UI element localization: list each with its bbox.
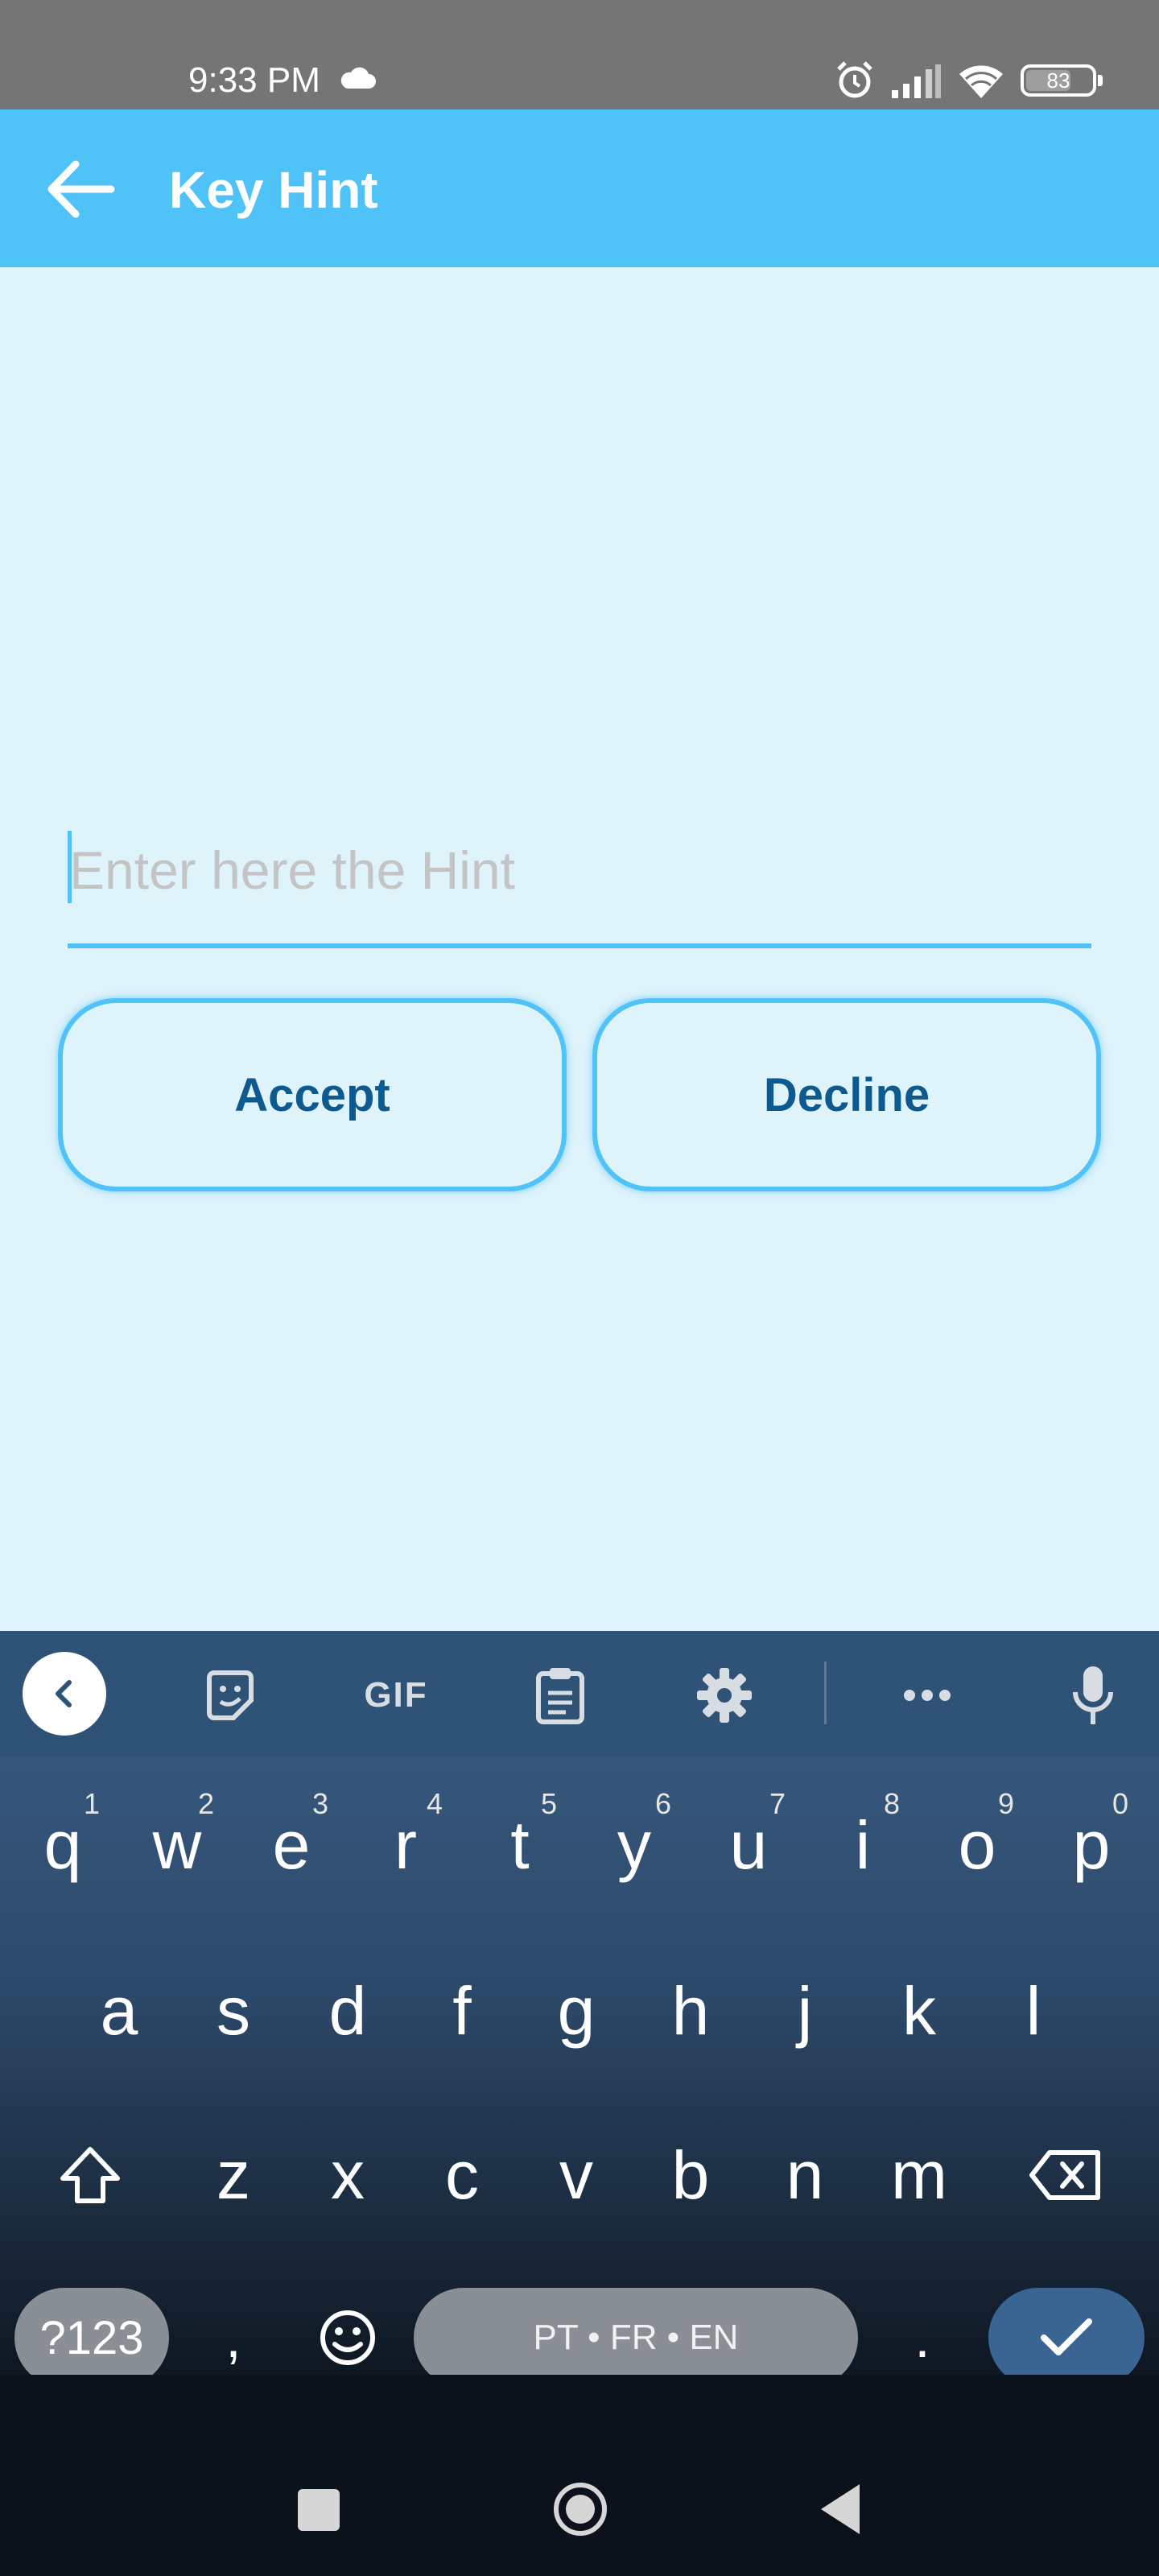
key-o[interactable]: o9 <box>921 1781 1033 1909</box>
chevron-left-icon <box>56 1680 72 1707</box>
battery-level: 83 <box>1046 68 1070 93</box>
key-x[interactable]: x <box>291 2111 404 2240</box>
key-s[interactable]: s <box>177 1946 290 2075</box>
key-q[interactable]: q1 <box>6 1781 119 1909</box>
key-u[interactable]: u7 <box>692 1781 805 1909</box>
enter-key[interactable] <box>988 2288 1145 2388</box>
key-n[interactable]: n <box>749 2111 861 2240</box>
key-i[interactable]: i8 <box>806 1781 919 1909</box>
key-b[interactable]: b <box>634 2111 747 2240</box>
recents-icon[interactable] <box>298 2489 340 2531</box>
clipboard-button[interactable] <box>528 1663 592 1728</box>
symbols-key[interactable]: ?123 <box>14 2288 169 2388</box>
space-key[interactable]: PT • FR • EN <box>414 2288 858 2388</box>
key-c[interactable]: c <box>406 2111 518 2240</box>
sticker-button[interactable] <box>198 1663 262 1728</box>
arrow-left-icon[interactable] <box>43 153 116 225</box>
toolbar-divider <box>824 1662 827 1724</box>
microphone-icon <box>1073 1666 1113 1724</box>
key-r[interactable]: r4 <box>349 1781 462 1909</box>
key-t[interactable]: t5 <box>464 1781 576 1909</box>
hint-input[interactable] <box>69 826 1090 914</box>
key-y[interactable]: y6 <box>578 1781 691 1909</box>
more-icon <box>904 1690 951 1701</box>
key-g[interactable]: g <box>520 1946 633 2075</box>
key-z[interactable]: z <box>177 2111 290 2240</box>
battery-icon: 83 <box>1021 64 1103 97</box>
key-p[interactable]: p0 <box>1035 1781 1148 1909</box>
navigation-bar <box>0 2375 1159 2576</box>
key-w[interactable]: w2 <box>121 1781 233 1909</box>
shift-icon <box>60 2147 120 2203</box>
key-m[interactable]: m <box>863 2111 975 2240</box>
backspace-key[interactable] <box>1009 2111 1122 2240</box>
shift-key[interactable] <box>34 2111 146 2240</box>
gear-icon <box>697 1668 752 1723</box>
key-l[interactable]: l <box>977 1946 1090 2075</box>
page-title: Key Hint <box>169 161 378 219</box>
backspace-icon <box>1029 2150 1100 2200</box>
status-bar: 9:33 PM 83 <box>0 0 1159 109</box>
gif-icon: GIF <box>364 1675 428 1715</box>
signal-icon <box>892 64 941 98</box>
cloud-icon <box>340 67 376 89</box>
key-h[interactable]: h <box>634 1946 747 2075</box>
key-f[interactable]: f <box>406 1946 518 2075</box>
more-button[interactable] <box>895 1663 959 1728</box>
wifi-icon <box>959 65 1003 98</box>
decline-button[interactable]: Decline <box>592 998 1101 1191</box>
clipboard-icon <box>536 1668 584 1724</box>
key-d[interactable]: d <box>291 1946 404 2075</box>
status-icons: 83 <box>834 56 1103 105</box>
key-k[interactable]: k <box>863 1946 975 2075</box>
back-icon[interactable] <box>818 2481 863 2537</box>
accept-button[interactable]: Accept <box>58 998 567 1191</box>
home-icon[interactable] <box>552 2481 608 2537</box>
key-a[interactable]: a <box>63 1946 175 2075</box>
settings-button[interactable] <box>692 1663 757 1728</box>
key-v[interactable]: v <box>520 2111 633 2240</box>
voice-input-button[interactable] <box>1061 1663 1125 1728</box>
key-e[interactable]: e3 <box>235 1781 348 1909</box>
checkmark-icon <box>1041 2318 1092 2355</box>
sticker-icon <box>207 1670 254 1720</box>
gif-button[interactable]: GIF <box>357 1663 435 1728</box>
collapse-toolbar-button[interactable] <box>23 1652 106 1736</box>
alarm-icon <box>837 61 872 98</box>
emoji-icon <box>320 2310 375 2365</box>
app-bar: Key Hint <box>0 109 1159 267</box>
keyboard-toolbar: GIF <box>0 1631 1159 1757</box>
status-time: 9:33 PM <box>188 60 320 100</box>
hint-field[interactable] <box>68 826 1091 948</box>
key-j[interactable]: j <box>749 1946 861 2075</box>
